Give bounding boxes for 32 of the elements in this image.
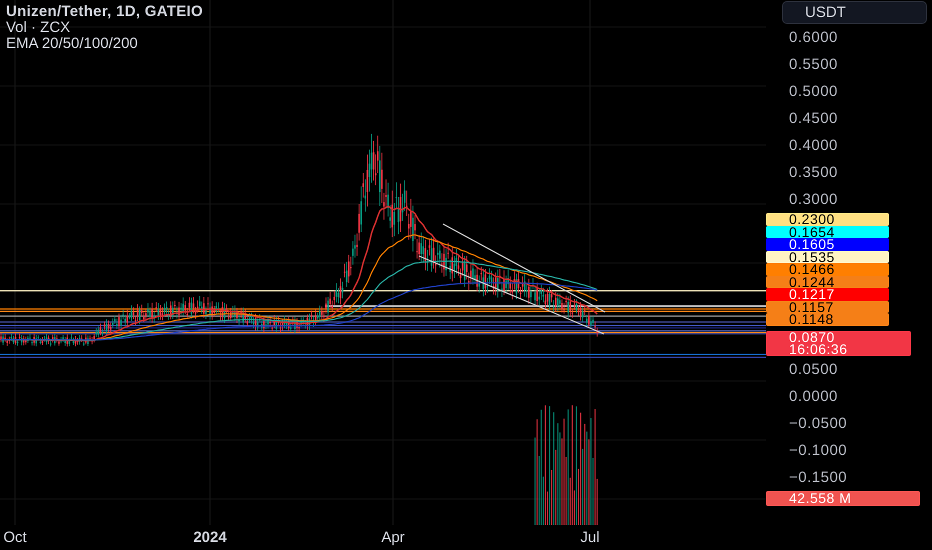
currency-button[interactable]: USDT bbox=[782, 1, 927, 24]
price-axis-label: 0.4000 bbox=[788, 136, 838, 156]
price-axis-label: −0.1000 bbox=[788, 440, 848, 460]
price-axis-label: 0.5000 bbox=[788, 82, 838, 102]
price-axis-label: 0.0500 bbox=[788, 360, 838, 380]
indicator-label: Vol · ZCX bbox=[6, 20, 72, 36]
time-axis-label: Oct bbox=[3, 529, 27, 546]
volume-badge: 42.558 M bbox=[766, 490, 920, 506]
price-axis-label: 0.0000 bbox=[788, 386, 838, 406]
price-level-badge: 0.1466 bbox=[766, 263, 889, 276]
price-level-badge: 0.1605 bbox=[766, 238, 889, 250]
countdown-timer: 16:06:36 bbox=[789, 343, 848, 356]
price-axis-label: 0.3500 bbox=[788, 163, 838, 183]
last-price: 0.0870 bbox=[789, 330, 835, 343]
price-level-badge: 0.1654 bbox=[766, 226, 889, 238]
price-axis-label: 0.4500 bbox=[788, 109, 838, 129]
price-level-badge: 0.2300 bbox=[766, 213, 889, 226]
price-level-badge: 0.1217 bbox=[766, 288, 889, 300]
indicator-label: EMA 20/50/100/200 bbox=[6, 36, 139, 52]
price-axis-label: −0.0500 bbox=[788, 414, 848, 434]
price-level-badge: 0.1148 bbox=[766, 313, 889, 326]
price-level-badge: 0.1244 bbox=[766, 276, 889, 288]
price-level-badge: 0.1535 bbox=[766, 250, 889, 263]
time-axis-label: 2024 bbox=[193, 529, 227, 546]
price-axis-label: 0.6000 bbox=[788, 28, 838, 48]
time-axis-label: Jul bbox=[580, 529, 600, 546]
price-level-badge: 0.1157 bbox=[766, 300, 889, 313]
price-axis-label: 0.5500 bbox=[788, 55, 838, 75]
chart-title: Unizen/Tether, 1D, GATEIO bbox=[6, 4, 203, 20]
price-axis-label: −0.1500 bbox=[788, 468, 848, 488]
time-axis-label: Apr bbox=[381, 529, 405, 546]
price-axis-label: 0.3000 bbox=[788, 190, 838, 210]
